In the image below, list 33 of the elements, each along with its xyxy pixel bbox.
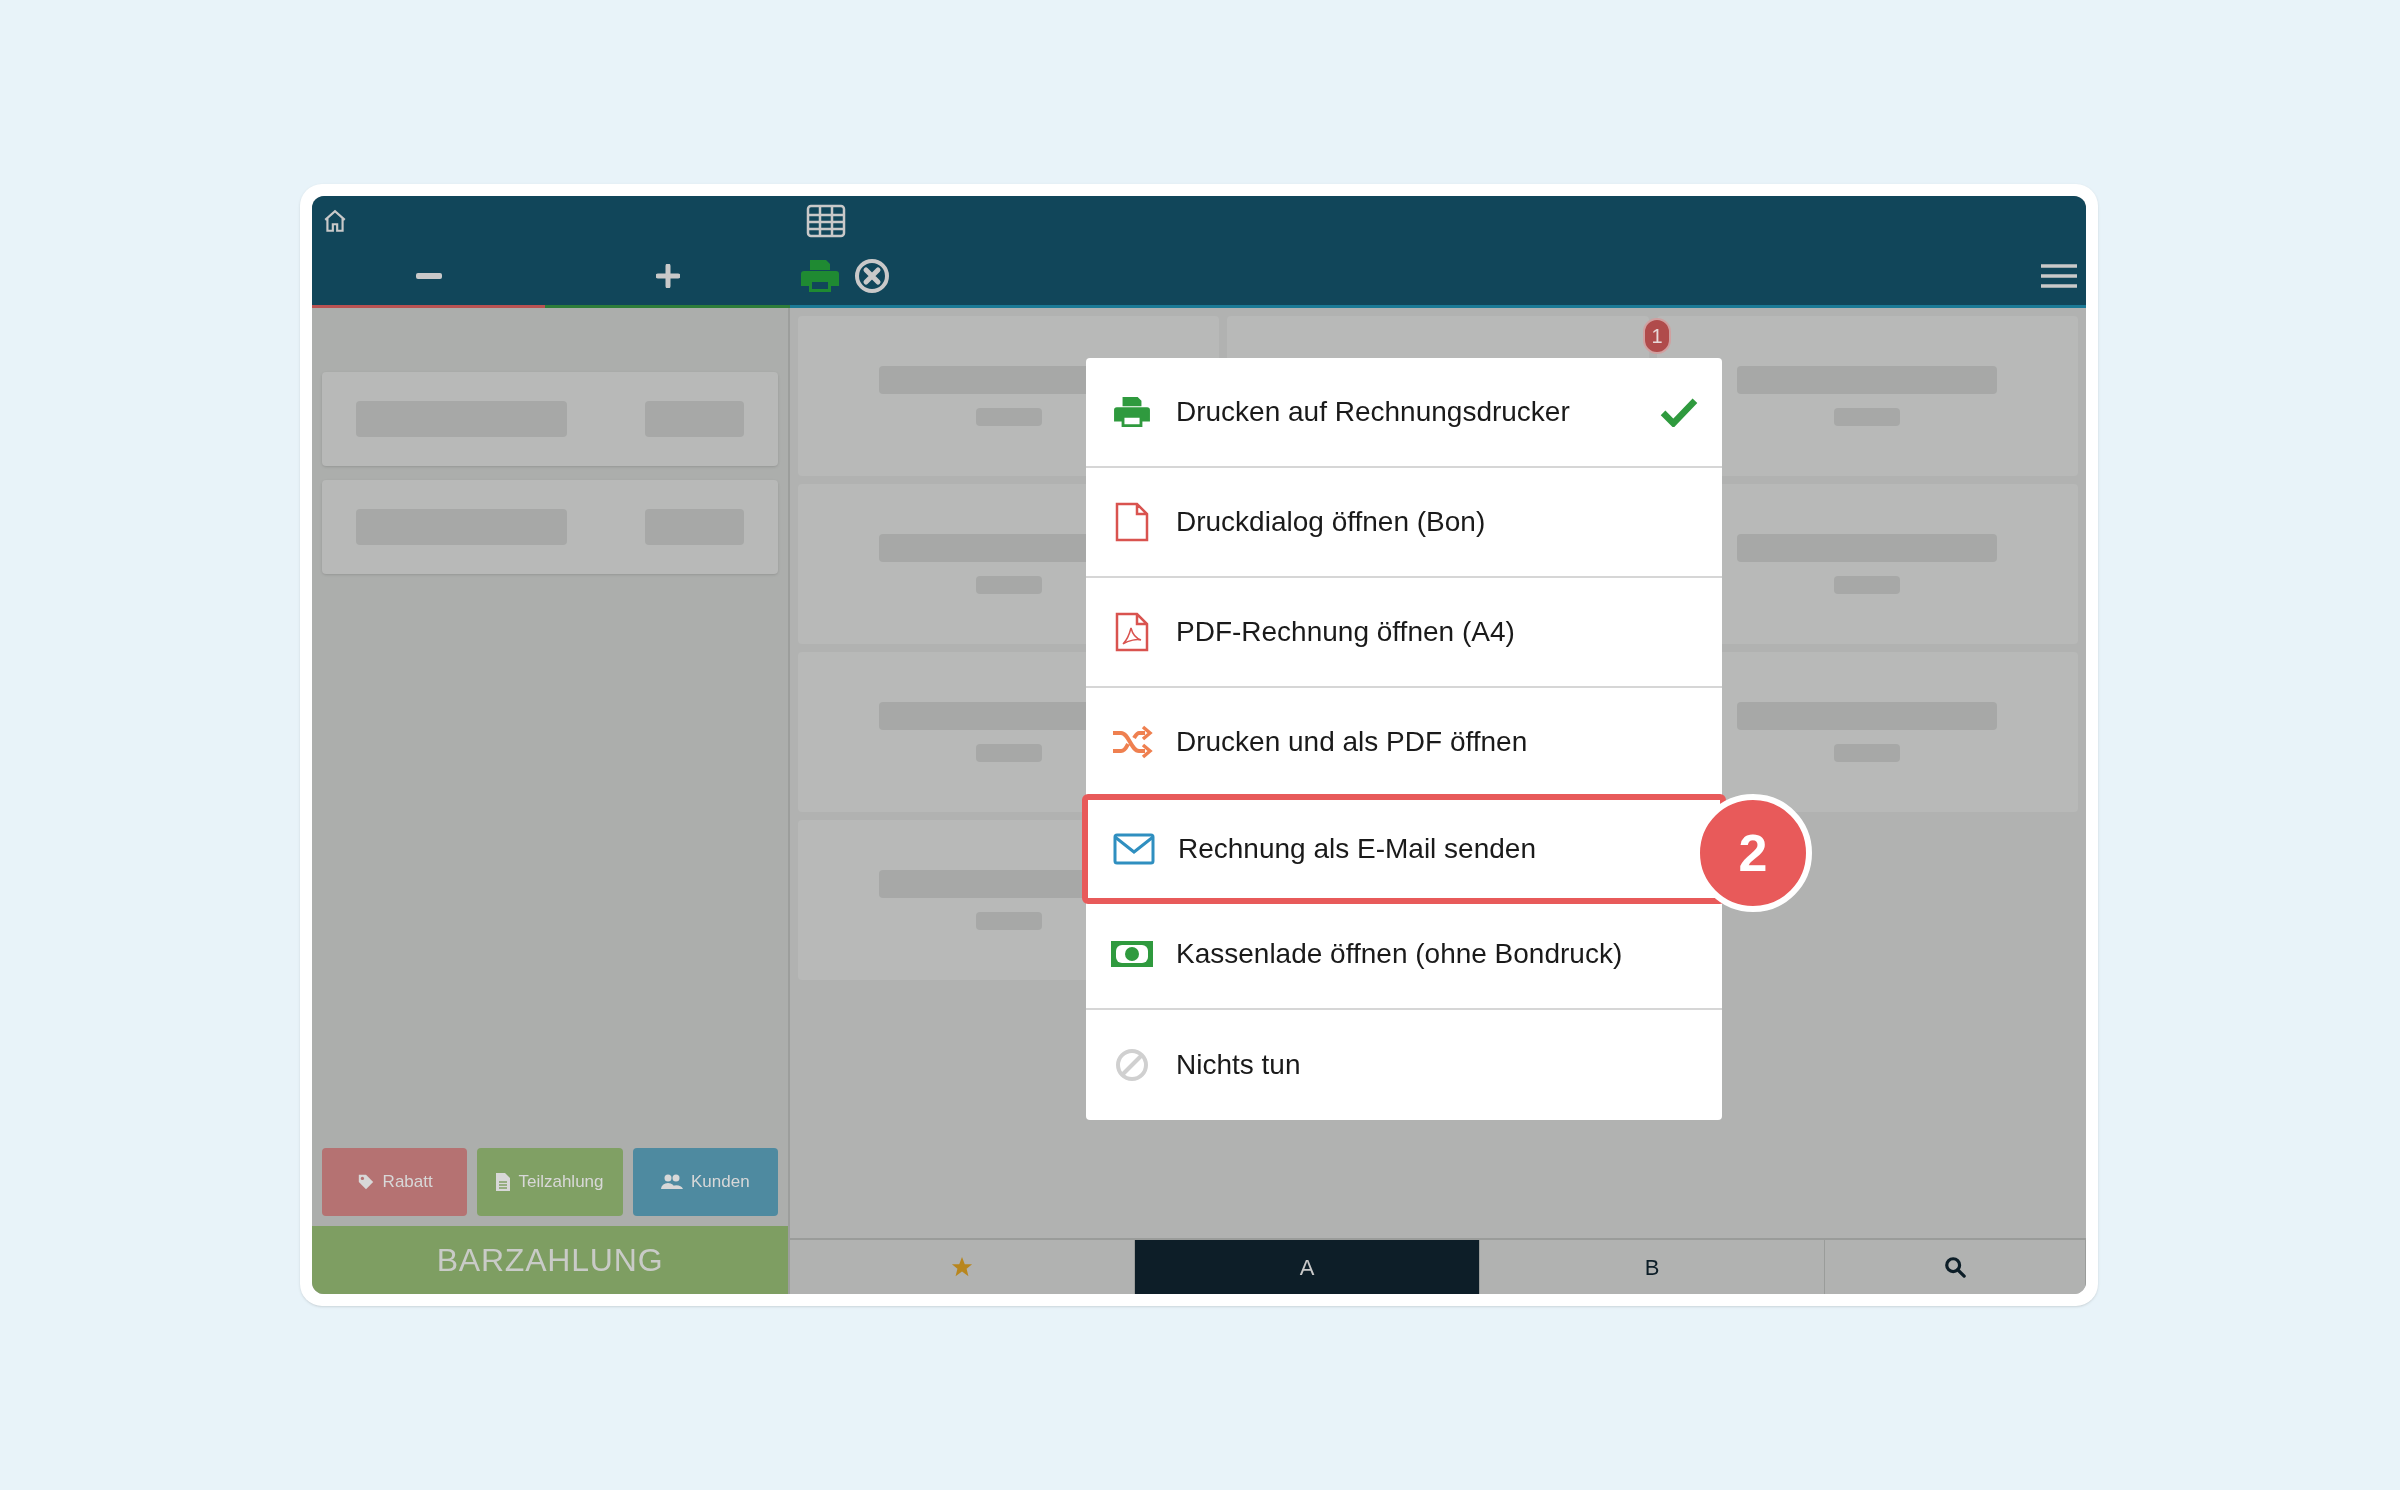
search-icon (1944, 1256, 1966, 1278)
menu-item-label: Kassenlade öffnen (ohne Bondruck) (1176, 937, 1624, 971)
people-icon (661, 1174, 683, 1190)
envelope-icon (1113, 833, 1155, 865)
minus-icon[interactable] (415, 271, 442, 280)
menu-item-label: Rechnung als E-Mail senden (1178, 832, 1537, 866)
banknote-icon (1110, 940, 1154, 968)
menu-item[interactable]: Kassenlade öffnen (ohne Bondruck) (1086, 900, 1722, 1010)
plus-icon[interactable] (655, 263, 680, 288)
printer-icon (1113, 395, 1151, 429)
menu-item[interactable]: Drucken auf Rechnungsdrucker (1086, 358, 1722, 468)
menu-item[interactable]: PDF-Rechnung öffnen (A4) (1086, 578, 1722, 688)
star-icon (951, 1256, 973, 1278)
pdf-file-icon (1115, 612, 1149, 652)
menu-item[interactable]: Druckdialog öffnen (Bon) (1086, 468, 1722, 578)
menu-item-label: Drucken auf Rechnungsdrucker (1176, 395, 1571, 429)
menu-item[interactable]: Nichts tun (1086, 1010, 1722, 1120)
tab[interactable]: A (1135, 1240, 1480, 1294)
table-grid-icon[interactable] (806, 204, 846, 238)
menu-item-label: Druckdialog öffnen (Bon) (1176, 505, 1487, 539)
document-icon (496, 1173, 511, 1191)
ban-icon (1115, 1048, 1149, 1082)
menu-icon[interactable] (2040, 262, 2078, 289)
home-icon[interactable] (322, 208, 348, 234)
close-circle-icon[interactable] (854, 257, 890, 294)
menu-item[interactable]: Rechnung als E-Mail senden (1082, 794, 1726, 904)
menu-item[interactable]: Drucken und als PDF öffnen (1086, 688, 1722, 798)
shuffle-icon (1111, 724, 1153, 760)
menu-item-label: Drucken und als PDF öffnen (1176, 725, 1529, 759)
menu-item-label: PDF-Rechnung öffnen (A4) (1176, 615, 1516, 649)
tag-icon (356, 1173, 375, 1191)
file-icon (1115, 502, 1149, 542)
menu-item-label: Nichts tun (1176, 1048, 1302, 1082)
